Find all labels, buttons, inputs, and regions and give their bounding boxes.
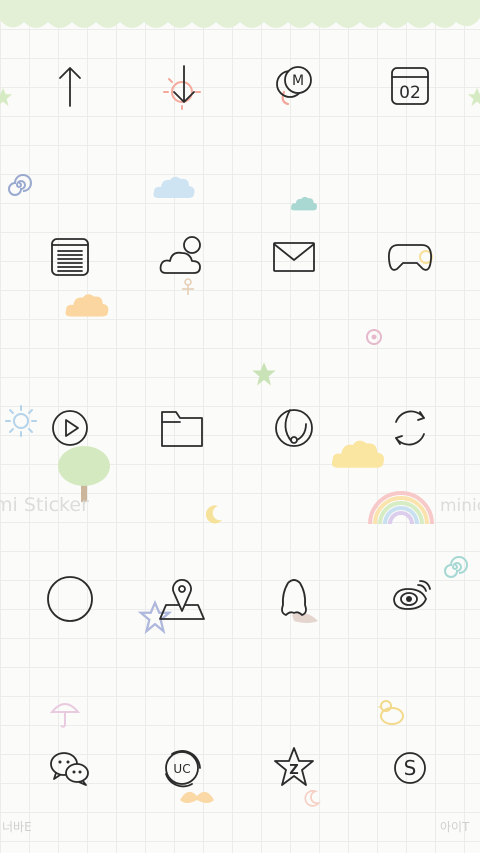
upload-arrow-icon: [59, 67, 81, 107]
browser-icon: [275, 409, 313, 447]
sync-app[interactable]: [378, 396, 442, 460]
weibo-app[interactable]: [378, 567, 442, 631]
download-app[interactable]: [150, 54, 214, 118]
app-grid: M 02 UC Z S: [0, 0, 480, 853]
notes-app[interactable]: [38, 225, 102, 289]
qzone-glyph: Z: [289, 763, 298, 778]
uc-glyph: UC: [173, 762, 190, 776]
maps-app[interactable]: [150, 567, 214, 631]
chat-m-icon: M: [276, 66, 312, 106]
circle-app[interactable]: [38, 567, 102, 631]
weather-icon: [159, 236, 201, 295]
calendar-icon: 02: [391, 67, 429, 105]
download-arrow-icon: [163, 65, 201, 110]
video-player-app[interactable]: [38, 396, 102, 460]
refresh-icon: [395, 410, 425, 446]
games-app[interactable]: [378, 225, 442, 289]
skype-app[interactable]: S: [378, 736, 442, 800]
calendar-app[interactable]: 02: [378, 54, 442, 118]
browser-app[interactable]: [262, 396, 326, 460]
file-manager-app[interactable]: [150, 396, 214, 460]
notes-icon: [51, 238, 89, 276]
uc-browser-icon: UC: [165, 750, 201, 788]
wechat-app[interactable]: [38, 736, 102, 800]
skype-icon: S: [394, 752, 426, 784]
qzone-star-icon: Z: [274, 747, 314, 786]
skype-glyph: S: [404, 756, 417, 780]
folder-icon: [161, 411, 203, 447]
qq-penguin-icon: [281, 579, 318, 623]
mail-app[interactable]: [262, 225, 326, 289]
circle-icon: [47, 576, 93, 622]
wechat-icon: [50, 752, 89, 786]
chat-m-glyph: M: [292, 73, 304, 89]
qq-app[interactable]: [262, 567, 326, 631]
uc-browser-app[interactable]: UC: [150, 736, 214, 800]
map-pin-icon: [159, 579, 205, 620]
play-icon: [52, 410, 88, 446]
chat-m-app[interactable]: M: [262, 54, 326, 118]
calendar-day: 02: [399, 83, 421, 103]
weather-app[interactable]: [150, 225, 214, 295]
upload-app[interactable]: [38, 54, 102, 118]
mail-icon: [273, 242, 315, 272]
weibo-eye-icon: [393, 580, 431, 610]
qzone-app[interactable]: Z: [262, 736, 326, 800]
gamepad-icon: [388, 244, 433, 271]
